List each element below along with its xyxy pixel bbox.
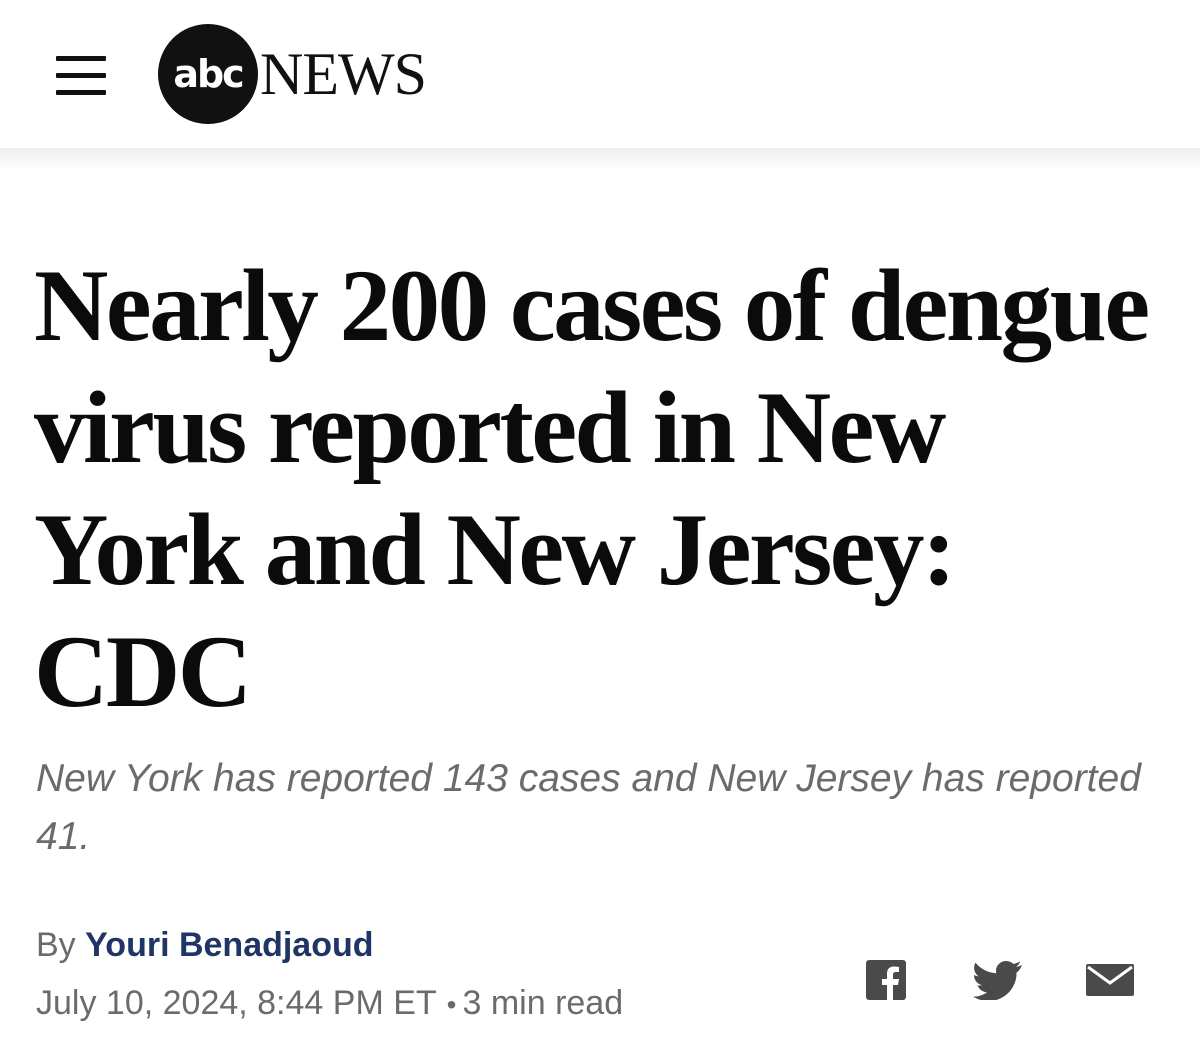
- publish-date: July 10, 2024, 8:44 PM ET: [36, 984, 437, 1022]
- read-time: 3 min read: [462, 984, 624, 1022]
- article-meta: July 10, 2024, 8:44 PM ET • 3 min read: [36, 984, 623, 1023]
- byline-prefix: By: [36, 926, 76, 964]
- author-link[interactable]: Youri Benadjaoud: [85, 926, 373, 964]
- facebook-icon[interactable]: [866, 960, 906, 1000]
- site-header: abc NEWS: [0, 0, 1200, 148]
- article-subheadline: New York has reported 143 cases and New …: [36, 757, 1141, 858]
- twitter-icon[interactable]: [973, 960, 1023, 1000]
- meta-separator: •: [446, 989, 457, 1020]
- header-shadow: [0, 148, 1200, 170]
- email-icon[interactable]: [1086, 964, 1134, 996]
- article-headline: Nearly 200 cases of dengue virus reporte…: [34, 249, 1150, 729]
- abc-news-logo[interactable]: abc NEWS: [158, 24, 427, 124]
- byline: By Youri Benadjaoud: [36, 926, 374, 965]
- logo-news-text: NEWS: [260, 41, 427, 107]
- hamburger-menu-icon[interactable]: [50, 54, 112, 98]
- abc-logo-circle: abc: [158, 24, 258, 124]
